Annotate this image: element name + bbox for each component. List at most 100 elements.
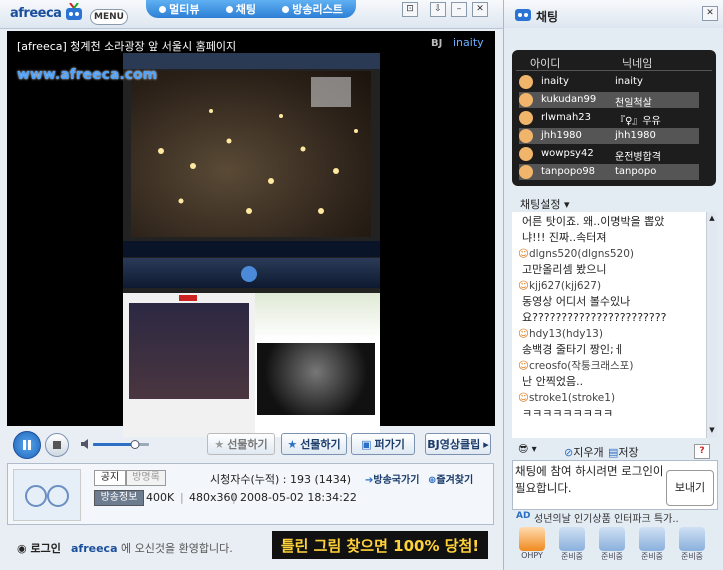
pause-button[interactable] xyxy=(13,431,41,459)
chat-scrollbar[interactable]: ▲ ▼ xyxy=(706,212,717,438)
ohpy-button[interactable]: OHPY xyxy=(516,527,548,563)
ad-banner[interactable]: 틀린 그림 찾으면 100% 당첨! xyxy=(272,531,488,559)
scroll-down-icon[interactable]: ▼ xyxy=(708,426,716,434)
clear-button[interactable]: ⊘지우개 xyxy=(564,444,604,460)
login-label: 로그인 xyxy=(30,542,61,555)
tab-broadcast-list[interactable]: 방송리스트 xyxy=(282,1,343,17)
gift-button[interactable]: ★ 선물하기 xyxy=(281,433,347,455)
emoticon-button[interactable]: 😎 ▾ xyxy=(518,444,537,455)
candles-icon xyxy=(158,77,358,214)
ad-badge: AD xyxy=(516,511,531,521)
visit-broadcast-link[interactable]: ➔방송국가기 xyxy=(365,471,419,486)
menu-button[interactable]: MENU xyxy=(90,9,128,25)
tab-label: 채팅 xyxy=(235,3,256,16)
save-button[interactable]: ▤저장 xyxy=(608,444,639,460)
settings-label: 채팅설정 xyxy=(520,198,561,211)
chat-username[interactable]: ☺hdy13(hdy13) xyxy=(518,326,702,342)
tab-dot-icon xyxy=(225,5,233,13)
inner-player-header xyxy=(123,53,380,69)
chat-username[interactable]: ☺kjj627(kjj627) xyxy=(518,278,702,294)
favorite-link[interactable]: ⊕즐겨찾기 xyxy=(428,471,473,486)
login-link[interactable]: ◉ 로그인 xyxy=(17,540,61,556)
tab-multiview[interactable]: 멀티뷰 xyxy=(159,1,200,17)
chat-input-placeholder: 채팅에 참여 하시려면 로그인이 필요합니다. xyxy=(515,464,664,495)
chat-text: ㅋㅋㅋㅋㅋㅋㅋㅋㅋ xyxy=(522,407,614,420)
bitrate-value: 400K xyxy=(146,491,175,504)
minimize-icon[interactable]: – xyxy=(451,2,467,17)
gift-button-disabled[interactable]: ★ 선물하기 xyxy=(207,433,275,455)
chat-settings[interactable]: 채팅설정 ▾ xyxy=(520,196,570,212)
arrow-right-icon: ▸ xyxy=(483,437,489,451)
chat-close-icon[interactable]: ✕ xyxy=(702,6,718,21)
guestbook-badge[interactable]: 방명록 xyxy=(126,470,166,486)
user-row[interactable]: wowpsy42 운전병합격 xyxy=(519,146,699,163)
welcome-text: 에 오신것을 환영합니다. xyxy=(121,542,233,555)
gift-label: 선물하기 xyxy=(300,438,341,451)
pending-button-3[interactable]: 준비중 xyxy=(636,527,668,563)
user-row[interactable]: tanpopo98 tanpopo xyxy=(519,164,699,180)
chat-text: kjj627(kjj627) xyxy=(528,280,602,292)
chat-username[interactable]: ☺creosfo(작퉁크래스포) xyxy=(518,358,702,374)
volume-slider[interactable] xyxy=(81,438,151,450)
user-row[interactable]: kukudan99 천일척살 xyxy=(519,92,699,109)
share-button[interactable]: ▣ 퍼가기 xyxy=(351,433,415,455)
expand-icon[interactable]: ⊡ xyxy=(402,2,418,17)
help-icon[interactable]: ? xyxy=(694,444,710,459)
separator: | xyxy=(232,491,236,504)
eraser-icon: ⊘ xyxy=(564,446,574,459)
icon-label: OHPY xyxy=(521,551,543,560)
user-row[interactable]: inaity inaity xyxy=(519,74,699,90)
pending-button-1[interactable]: 준비중 xyxy=(556,527,588,563)
share-icon: ▣ xyxy=(361,437,372,451)
bj-name[interactable]: inaity xyxy=(453,36,484,49)
chat-message: 난 안찍었음.. xyxy=(522,374,706,390)
notice-badge[interactable]: 공지 xyxy=(94,470,126,486)
pending-button-4[interactable]: 준비중 xyxy=(676,527,708,563)
user-row[interactable]: jhh1980 jhh1980 xyxy=(519,128,699,144)
chat-text: hdy13(hdy13) xyxy=(528,328,603,340)
clear-label: 지우개 xyxy=(573,446,604,459)
pending-icon xyxy=(599,527,625,551)
chat-username[interactable]: ☺stroke1(stroke1) xyxy=(518,390,702,406)
chat-text: 난 안찍었음.. xyxy=(522,375,584,388)
chat-panel: 채팅 ✕ 아이디 닉네임 inaity inaity kukudan99 천일척살 rl… xyxy=(503,0,723,570)
ad-text[interactable]: 성년의날 인기상품 인터파크 특가.. xyxy=(534,510,714,525)
screenshot-collage xyxy=(123,293,380,437)
pending-icon xyxy=(639,527,665,551)
pending-icon xyxy=(559,527,585,551)
scroll-up-icon[interactable]: ▲ xyxy=(708,214,716,222)
bj-clip-button[interactable]: BJ영상클립 ▸ xyxy=(425,433,491,455)
favorite-label: 즐겨찾기 xyxy=(436,475,474,486)
user-id: wowpsy42 xyxy=(541,148,594,159)
tab-chat[interactable]: 채팅 xyxy=(225,1,256,17)
column-id: 아이디 xyxy=(530,57,561,70)
chat-settings-bar: 채팅설정 ▾ xyxy=(512,192,716,213)
broadcast-info-badge: 방송정보 xyxy=(94,490,144,506)
dropdown-icon: ▾ xyxy=(563,198,570,211)
user-row[interactable]: rlwmah23 『♀』우유 xyxy=(519,110,699,127)
stop-button[interactable] xyxy=(45,433,69,457)
broadcast-info-panel: 공지 방명록 시청자수(누적) : 193 (1434) ➔방송국가기 ⊕즐겨찾… xyxy=(7,463,494,525)
user-avatar-icon xyxy=(519,75,533,89)
send-button[interactable]: 보내기 xyxy=(666,470,714,506)
chat-header: 채팅 ✕ xyxy=(504,0,723,28)
chat-text: 어른 탓이죠. 왜..이명박을 뽑았 xyxy=(522,215,665,228)
pending-button-2[interactable]: 준비중 xyxy=(596,527,628,563)
download-icon[interactable]: ⇩ xyxy=(430,2,446,17)
chat-message: 냐!!! 진짜..속터져 xyxy=(522,230,706,246)
user-emoticon-icon: ☺ xyxy=(518,360,529,372)
welcome-brand: afreeca xyxy=(71,542,118,555)
tv-icon xyxy=(515,9,531,21)
user-emoticon-icon: ☺ xyxy=(518,280,529,292)
chat-message: 요??????????????????????? xyxy=(522,310,706,326)
video-player[interactable]: [afreeca] 청계천 소라광장 앞 서울시 홈페이지 BJ inaity xyxy=(7,31,495,437)
tab-dot-icon xyxy=(282,5,290,13)
broadcast-datetime: 2008-05-02 18:34:22 xyxy=(240,491,357,504)
video-frame xyxy=(123,53,380,437)
save-icon: ▤ xyxy=(608,446,619,459)
chat-text: 송백경 줄타기 짱인;ㅔ xyxy=(522,343,624,356)
close-icon[interactable]: ✕ xyxy=(472,2,488,17)
chat-username[interactable]: ☺dlgns520(dlgns520) xyxy=(518,246,702,262)
broadcast-title: [afreeca] 청계천 소라광장 앞 서울시 홈페이지 xyxy=(17,40,237,53)
emoticon-icon: 😎 xyxy=(518,444,529,455)
